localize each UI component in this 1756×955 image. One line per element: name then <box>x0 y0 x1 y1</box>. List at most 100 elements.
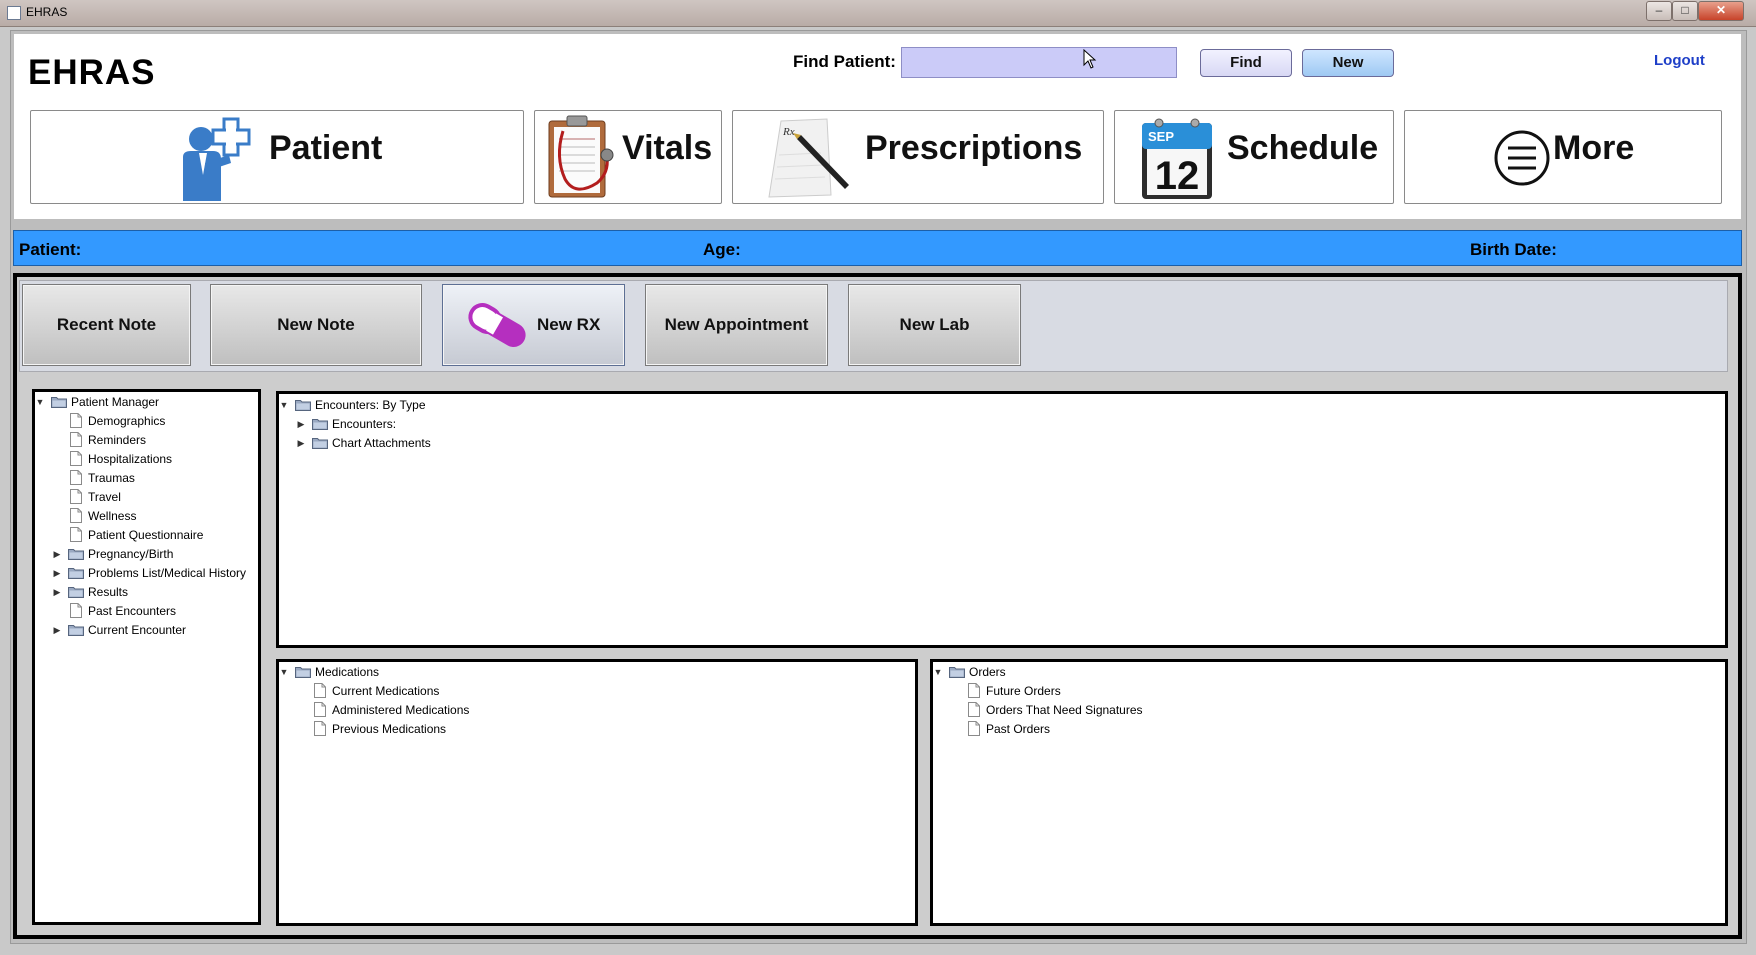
expand-down-icon[interactable]: ▼ <box>933 663 943 682</box>
nav-vitals-button[interactable]: Vitals <box>534 110 722 204</box>
nav-vitals-label: Vitals <box>622 129 713 167</box>
new-note-button[interactable]: New Note <box>210 284 422 366</box>
folder-icon <box>295 667 311 678</box>
nav-prescriptions-button[interactable]: Rx Prescriptions <box>732 110 1104 204</box>
patient-manager-panel <box>32 389 261 925</box>
folder-icon <box>68 625 84 636</box>
find-patient-label: Find Patient: <box>793 52 896 71</box>
mouse-cursor-icon <box>1083 49 1097 69</box>
find-patient-input[interactable] <box>901 47 1177 78</box>
nav-prescriptions-label: Prescriptions <box>865 129 1083 167</box>
pill-icon <box>468 303 526 347</box>
document-icon <box>314 683 326 698</box>
tree-node-label: Encounters: <box>332 417 397 431</box>
new-patient-button[interactable]: New <box>1302 49 1394 77</box>
document-icon <box>70 603 82 618</box>
nav-schedule-label: Schedule <box>1227 129 1379 167</box>
minimize-button[interactable]: – <box>1646 1 1672 21</box>
document-icon <box>70 508 82 523</box>
tree-node-label: Reminders <box>88 433 147 447</box>
folder-icon <box>68 549 84 560</box>
patient-birth-date-label: Birth Date: <box>1470 240 1557 259</box>
expand-down-icon[interactable]: ▼ <box>279 396 289 415</box>
window-title-bar: EHRAS <box>0 0 1756 27</box>
document-icon <box>70 527 82 542</box>
patient-name-label: Patient: <box>19 240 82 259</box>
new-appointment-button[interactable]: New Appointment <box>645 284 828 366</box>
tree-node-label: Patient Questionnaire <box>88 528 204 542</box>
new-rx-label: New RX <box>537 315 601 334</box>
find-button[interactable]: Find <box>1200 49 1292 77</box>
folder-icon <box>312 438 328 449</box>
calendar-month: SEP <box>1148 129 1174 144</box>
close-button[interactable]: ✕ <box>1698 1 1744 21</box>
expand-right-icon[interactable]: ▶ <box>52 583 62 602</box>
tree-node-label: Orders <box>969 665 1006 679</box>
patient-icon <box>183 117 251 201</box>
document-icon <box>314 702 326 717</box>
tree-node-label: Demographics <box>88 414 166 428</box>
recent-note-button[interactable]: Recent Note <box>22 284 191 366</box>
svg-text:Rx: Rx <box>782 126 795 138</box>
window-title: EHRAS <box>26 5 68 19</box>
tree-node-label: Current Medications <box>332 684 440 698</box>
expand-right-icon[interactable]: ▶ <box>52 545 62 564</box>
tree-node-label: Future Orders <box>986 684 1061 698</box>
tree-node-label: Medications <box>315 665 380 679</box>
expand-right-icon[interactable]: ▶ <box>296 415 306 434</box>
expand-down-icon[interactable]: ▼ <box>279 663 289 682</box>
document-icon <box>968 683 980 698</box>
tree-node-label: Pregnancy/Birth <box>88 547 174 561</box>
nav-more-label: More <box>1553 129 1635 167</box>
tree-node-label: Past Orders <box>986 722 1051 736</box>
folder-icon <box>51 397 67 408</box>
nav-schedule-button[interactable]: SEP 12 Schedule <box>1114 110 1394 204</box>
nav-patient-button[interactable]: Patient <box>30 110 524 204</box>
menu-circle-icon <box>1494 130 1550 186</box>
folder-icon <box>68 587 84 598</box>
tree-node-label: Chart Attachments <box>332 436 431 450</box>
prescription-pen-icon: Rx <box>768 118 849 198</box>
calendar-day: 12 <box>1155 154 1200 198</box>
expand-down-icon[interactable]: ▼ <box>35 393 45 412</box>
tree-node-label: Previous Medications <box>332 722 447 736</box>
document-icon <box>968 702 980 717</box>
document-icon <box>968 721 980 736</box>
maximize-button[interactable]: □ <box>1672 1 1698 21</box>
app-window-icon <box>7 6 21 20</box>
folder-icon <box>295 400 311 411</box>
document-icon <box>70 432 82 447</box>
encounters-panel <box>276 391 1728 648</box>
new-lab-button[interactable]: New Lab <box>848 284 1021 366</box>
tree-node-label: Past Encounters <box>88 604 177 618</box>
document-icon <box>70 451 82 466</box>
folder-icon <box>68 568 84 579</box>
logout-link[interactable]: Logout <box>1654 52 1705 69</box>
nav-patient-label: Patient <box>269 129 383 167</box>
tree-node-label: Travel <box>88 490 121 504</box>
tree-node-label: Problems List/Medical History <box>88 566 247 580</box>
tree-node-label: Traumas <box>88 471 135 485</box>
expand-right-icon[interactable]: ▶ <box>52 564 62 583</box>
folder-icon <box>949 667 965 678</box>
tree-node-label: Hospitalizations <box>88 452 173 466</box>
app-name: EHRAS <box>28 53 156 92</box>
folder-icon <box>312 419 328 430</box>
document-icon <box>70 489 82 504</box>
document-icon <box>70 413 82 428</box>
expand-right-icon[interactable]: ▶ <box>52 621 62 640</box>
nav-more-button[interactable]: More <box>1404 110 1722 204</box>
tree-node-label: Current Encounter <box>88 623 187 637</box>
tree-node-label: Orders That Need Signatures <box>986 703 1143 717</box>
expand-right-icon[interactable]: ▶ <box>296 434 306 453</box>
calendar-icon: SEP 12 <box>1142 118 1212 199</box>
tree-node-label: Encounters: By Type <box>315 398 426 412</box>
patient-age-label: Age: <box>703 240 741 259</box>
tree-node-label: Patient Manager <box>71 395 160 409</box>
tree-node-label: Administered Medications <box>332 703 470 717</box>
tree-node-label: Results <box>88 585 129 599</box>
clipboard-stethoscope-icon <box>548 115 614 198</box>
document-icon <box>314 721 326 736</box>
new-rx-button[interactable]: New RX <box>442 284 625 366</box>
tree-node-label: Wellness <box>88 509 137 523</box>
